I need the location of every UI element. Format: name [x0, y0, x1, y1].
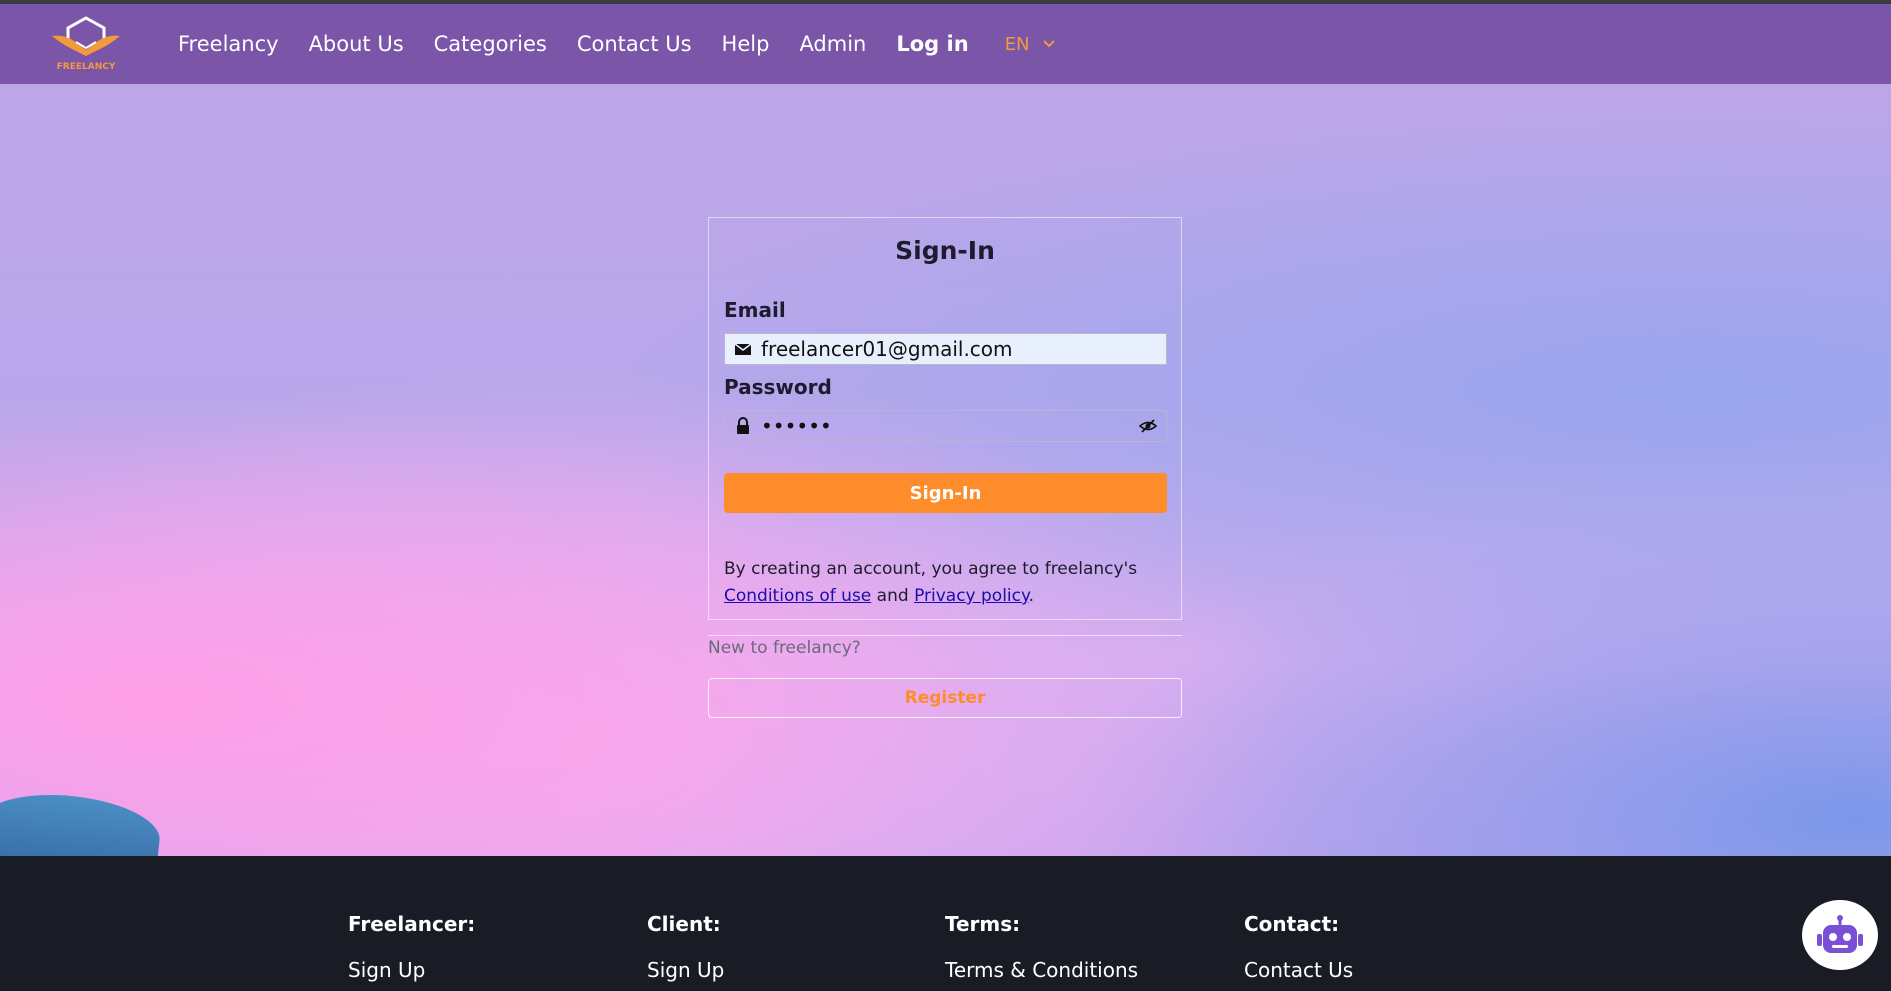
- register-button[interactable]: Register: [708, 678, 1182, 718]
- nav-log-in[interactable]: Log in: [896, 32, 968, 56]
- lock-icon: [725, 417, 761, 435]
- nav-help[interactable]: Help: [722, 32, 770, 56]
- mountain-decoration: [0, 786, 164, 856]
- conditions-of-use-link[interactable]: Conditions of use: [724, 586, 871, 606]
- footer-heading: Client:: [647, 912, 721, 936]
- footer-heading: Freelancer:: [348, 912, 476, 936]
- new-to-freelancy-text: New to freelancy?: [708, 638, 861, 658]
- email-label: Email: [724, 298, 786, 322]
- language-selector[interactable]: EN: [1005, 34, 1056, 55]
- divider: [708, 635, 1182, 636]
- signin-button[interactable]: Sign-In: [724, 473, 1167, 513]
- navbar: FREELANCY Freelancy About Us Categories …: [0, 4, 1891, 84]
- chatbot-button[interactable]: [1802, 900, 1878, 970]
- footer-link-contact-us[interactable]: Contact Us: [1244, 958, 1353, 982]
- footer: Freelancer: Sign Up Client: Sign Up Term…: [0, 856, 1891, 991]
- footer-column-contact: Contact: Contact Us: [1244, 912, 1353, 982]
- chevron-down-icon: [1042, 40, 1055, 48]
- terms-prefix: By creating an account, you agree to fre…: [724, 559, 1138, 579]
- footer-column-terms: Terms: Terms & Conditions: [945, 912, 1138, 982]
- nav-links: Freelancy About Us Categories Contact Us…: [178, 4, 1056, 84]
- password-field[interactable]: ••••••: [724, 410, 1167, 442]
- footer-column-freelancer: Freelancer: Sign Up: [348, 912, 475, 982]
- svg-text:FREELANCY: FREELANCY: [57, 62, 116, 72]
- terms-text: By creating an account, you agree to fre…: [724, 556, 1174, 610]
- footer-column-client: Client: Sign Up: [647, 912, 724, 982]
- freelancy-logo[interactable]: FREELANCY: [46, 14, 126, 74]
- envelope-icon: [725, 342, 761, 356]
- password-value: ••••••: [761, 414, 832, 438]
- footer-heading: Terms:: [945, 912, 1021, 936]
- footer-link-terms[interactable]: Terms & Conditions: [945, 958, 1138, 982]
- password-label: Password: [724, 375, 832, 399]
- language-label: EN: [1004, 33, 1030, 55]
- robot-icon: [1817, 915, 1863, 953]
- footer-heading: Contact:: [1244, 912, 1340, 936]
- nav-categories[interactable]: Categories: [434, 32, 547, 56]
- signin-card: Sign-In Email freelancer01@gmail.com Pas…: [708, 217, 1182, 620]
- footer-link-client-signup[interactable]: Sign Up: [647, 958, 724, 982]
- nav-about-us[interactable]: About Us: [309, 32, 404, 56]
- signin-title: Sign-In: [895, 236, 995, 265]
- email-field[interactable]: freelancer01@gmail.com: [724, 333, 1167, 365]
- email-value: freelancer01@gmail.com: [761, 337, 1013, 361]
- terms-and: and: [871, 586, 915, 606]
- terms-period: .: [1028, 586, 1035, 606]
- nav-contact-us[interactable]: Contact Us: [577, 32, 692, 56]
- toggle-password-visibility-icon[interactable]: [1130, 419, 1166, 433]
- nav-freelancy[interactable]: Freelancy: [178, 32, 279, 56]
- privacy-policy-link[interactable]: Privacy policy: [914, 586, 1029, 606]
- nav-admin[interactable]: Admin: [799, 32, 866, 56]
- footer-link-freelancer-signup[interactable]: Sign Up: [348, 958, 475, 982]
